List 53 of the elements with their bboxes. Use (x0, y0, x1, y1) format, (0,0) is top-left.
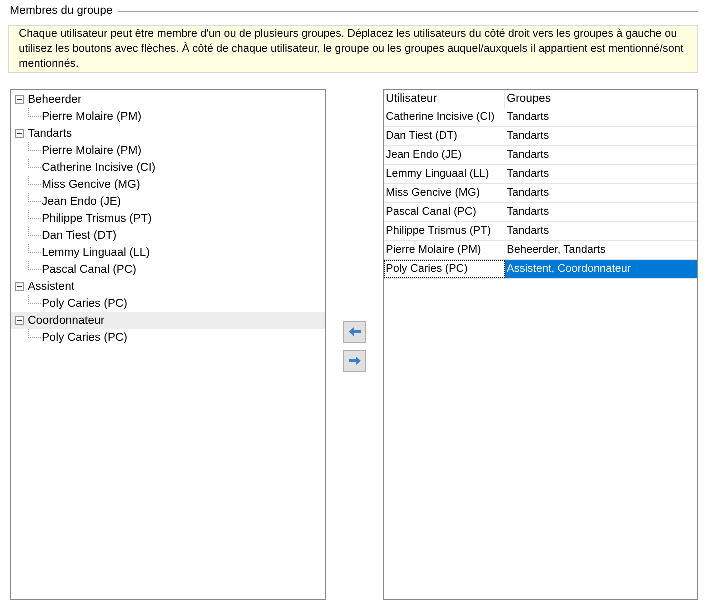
tree-group-row[interactable]: Tandarts (11, 125, 325, 142)
tree-user-item[interactable]: Jean Endo (JE) (42, 196, 122, 208)
tree-user-item[interactable]: Lemmy Linguaal (LL) (42, 246, 150, 258)
tree-user-item[interactable]: Miss Gencive (MG) (42, 178, 140, 190)
collapse-icon[interactable] (15, 282, 24, 291)
table-cell-text: Dan Tiest (DT) (385, 129, 459, 144)
table-row[interactable]: Pascal Canal (PC) Tandarts (384, 203, 697, 222)
table-cell-text: Miss Gencive (MG) (385, 186, 482, 201)
table-row[interactable]: Philippe Trismus (PT) Tandarts (384, 222, 697, 241)
tree-user-item[interactable]: Philippe Trismus (PT) (42, 212, 152, 224)
table-cell-text: Tandarts (506, 186, 550, 201)
table-row[interactable]: Dan Tiest (DT) Tandarts (384, 127, 697, 146)
table-cell-text: Jean Endo (JE) (385, 148, 463, 163)
column-header[interactable]: Utilisateur (384, 90, 505, 108)
table-cell-text: Tandarts (506, 110, 550, 125)
table-cell-text: Tandarts (506, 167, 550, 182)
tree-group-row[interactable]: Assistent (11, 278, 325, 295)
tree-user-item[interactable]: Pascal Canal (PC) (42, 264, 137, 276)
collapse-icon[interactable] (15, 129, 24, 138)
tree-user-item[interactable]: Pierre Molaire (PM) (42, 110, 142, 122)
tree-group-row[interactable]: Beheerder (11, 91, 325, 108)
tree-user-item[interactable]: Poly Caries (PC) (42, 298, 128, 310)
collapse-icon[interactable] (15, 316, 24, 325)
tree-user-item[interactable]: Pierre Molaire (PM) (42, 144, 142, 156)
table-cell-text: Tandarts (506, 148, 550, 163)
move-right-button[interactable] (343, 350, 366, 372)
table-row[interactable]: Poly Caries (PC) Assistent, Coordonnateur (384, 260, 697, 279)
table-cell-text: Tandarts (506, 205, 550, 220)
tree-user-item[interactable]: Poly Caries (PC) (42, 332, 128, 344)
table-cell-text: Tandarts (506, 129, 550, 144)
table-row[interactable]: Catherine Incisive (CI) Tandarts (384, 108, 697, 127)
table-cell-text: Pascal Canal (PC) (385, 205, 478, 220)
move-left-button[interactable] (343, 321, 366, 343)
right-arrow-icon (348, 356, 362, 366)
collapse-icon[interactable] (15, 95, 24, 104)
group-box-title: Membres du groupe (10, 5, 113, 17)
table-cell-text: Pierre Molaire (PM) (385, 243, 482, 258)
table-cell-text: Beheerder, Tandarts (506, 243, 607, 258)
table-cell-text: Tandarts (506, 224, 550, 239)
table-cell: Poly Caries (PC) (384, 260, 505, 278)
table-row[interactable]: Lemmy Linguaal (LL) Tandarts (384, 165, 697, 184)
table-row[interactable]: Miss Gencive (MG) Tandarts (384, 184, 697, 203)
table-cell-text: Catherine Incisive (CI) (385, 110, 496, 125)
tree-user-item[interactable]: Dan Tiest (DT) (42, 230, 117, 242)
tree-user-item[interactable]: Catherine Incisive (CI) (42, 162, 156, 174)
table-cell-text: Lemmy Linguaal (LL) (385, 167, 490, 182)
column-header[interactable]: Groupes (505, 90, 697, 108)
tree-group-row[interactable]: Coordonnateur (11, 312, 325, 329)
info-text: Chaque utilisateur peut être membre d'un ou de plusieurs groupes. Déplacez les utilisateurs du côté droit vers les groupes à gauche ou utilisez les boutons avec flèches. À côté de chaque utilisateur, le groupe ou les groupes auquel/auxquels il appartient est mentionné/sont mentionnés. (19, 27, 685, 72)
table-cell-text: Philippe Trismus (PT) (385, 224, 492, 239)
left-arrow-icon (348, 327, 362, 337)
table-row[interactable]: Jean Endo (JE) Tandarts (384, 146, 697, 165)
table-cell: Assistent, Coordonnateur (505, 260, 697, 278)
